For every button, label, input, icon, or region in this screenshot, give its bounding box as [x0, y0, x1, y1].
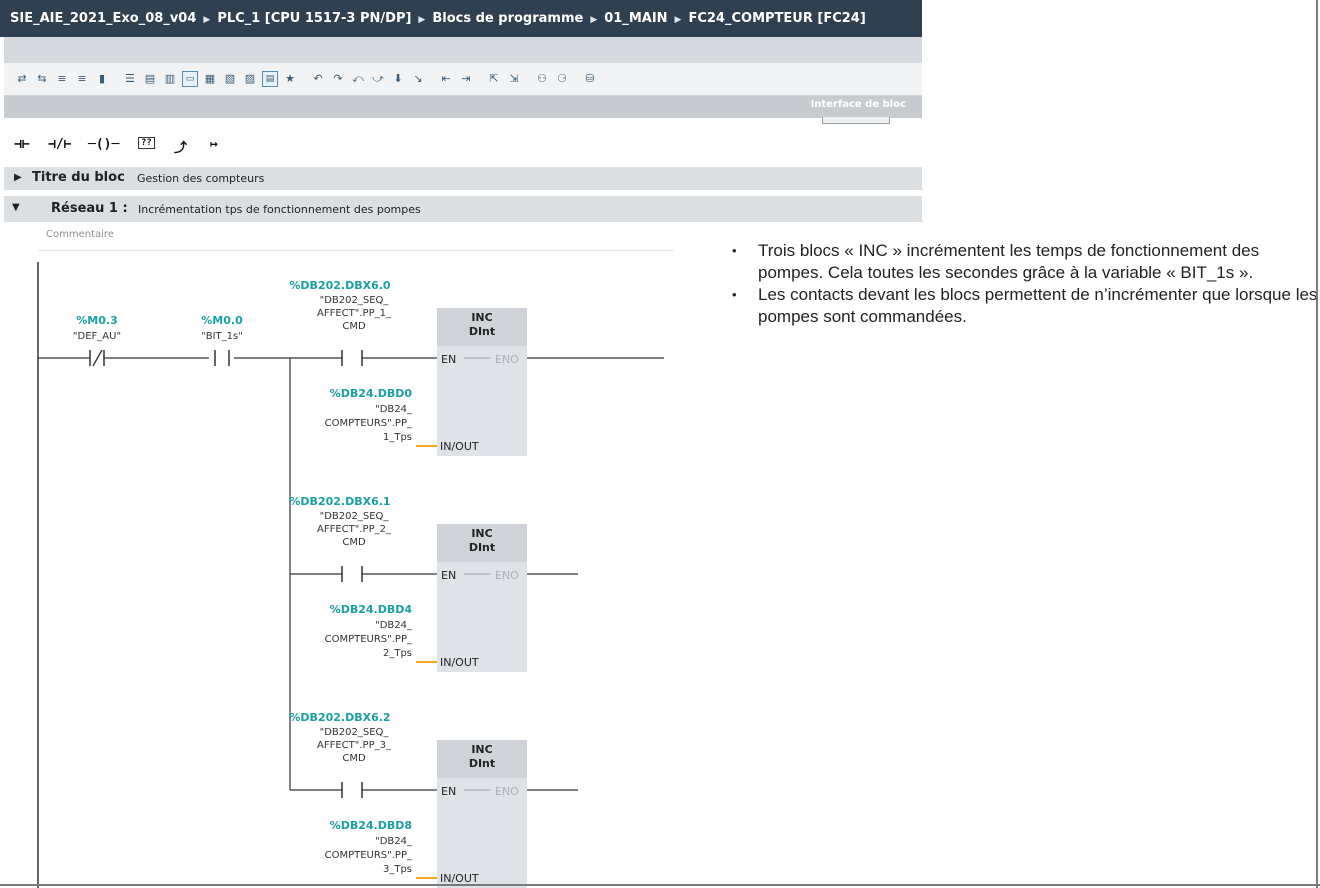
bullet-icon: •	[732, 287, 737, 302]
inc-block-title: INC	[471, 527, 492, 540]
inc-block-network[interactable]: INCDInt EN ENO IN/OUT %DB202.DBX6.1 "DB202_SE…	[289, 495, 578, 672]
var-address: %DB24.DBD0	[330, 387, 413, 400]
var-name-line: 3_Tps	[383, 864, 412, 875]
note-text: Trois blocs « INC » incrémentent les tem…	[758, 241, 1260, 282]
frame-border	[1316, 0, 1318, 888]
cmd-name-line: "DB202_SEQ_	[320, 727, 390, 738]
eno-pin: ENO	[495, 785, 519, 798]
inc-block-title: INC	[471, 743, 492, 756]
var-name-line: "DB24_	[375, 836, 413, 847]
inc-block-type: DInt	[469, 541, 495, 554]
cmd-name-line: "DB202_SEQ_	[320, 511, 390, 522]
cmd-address: %DB202.DBX6.0	[289, 279, 391, 292]
en-pin: EN	[441, 353, 456, 366]
cmd-name-line: AFFECT".PP_2_	[317, 524, 392, 535]
cmd-name-line: AFFECT".PP_1_	[317, 308, 392, 319]
frame-border	[0, 884, 1320, 886]
cmd-address: %DB202.DBX6.1	[289, 495, 390, 508]
var-name-line: COMPTEURS".PP_	[325, 850, 413, 861]
note-item: • Trois blocs « INC » incrémentent les te…	[732, 240, 1318, 284]
en-pin: EN	[441, 569, 456, 582]
inc-block-network[interactable]: INCDInt EN ENO IN/OUT %DB202.DBX6.0 "DB202_SE…	[289, 279, 664, 456]
inout-pin: IN/OUT	[440, 440, 479, 453]
inout-pin: IN/OUT	[440, 656, 479, 669]
cmd-name-line: CMD	[342, 537, 366, 548]
cmd-name-line: AFFECT".PP_3_	[317, 740, 392, 751]
contact-address: %M0.3	[76, 314, 117, 327]
note-text: Les contacts devant les blocs permettent…	[758, 285, 1318, 326]
note-item: • Les contacts devant les blocs permetten…	[732, 284, 1318, 328]
contact-name: "BIT_1s"	[201, 331, 243, 342]
var-name-line: "DB24_	[375, 620, 413, 631]
var-address: %DB24.DBD8	[330, 819, 412, 832]
contact-name: "DEF_AU"	[73, 331, 121, 342]
en-pin: EN	[441, 785, 456, 798]
eno-pin: ENO	[495, 569, 519, 582]
inc-block-type: DInt	[469, 325, 495, 338]
ladder-diagram: %M0.3 "DEF_AU" %M0.0 "BIT_1s" INCDIntEN E…	[37, 262, 664, 888]
explanation-notes: • Trois blocs « INC » incrémentent les te…	[732, 240, 1318, 328]
var-name-line: 1_Tps	[383, 432, 412, 443]
eno-pin: ENO	[495, 353, 519, 366]
cmd-name-line: CMD	[342, 753, 366, 764]
tia-portal-editor: SIE_AIE_2021_Exo_08_v04 ▶ PLC_1 [CPU 1517-…	[0, 0, 922, 888]
var-address: %DB24.DBD4	[330, 603, 413, 616]
inc-block-title: INC	[471, 311, 492, 324]
inc-block-network[interactable]: INCDIntEN ENOIN/OUT%DB202.DBX6.2"DB202_SE…	[289, 711, 578, 888]
var-name-line: "DB24_	[375, 404, 413, 415]
contact-address: %M0.0	[201, 314, 243, 327]
cmd-address: %DB202.DBX6.2	[289, 711, 390, 724]
var-name-line: COMPTEURS".PP_	[325, 634, 413, 645]
var-name-line: 2_Tps	[383, 648, 412, 659]
var-name-line: COMPTEURS".PP_	[325, 418, 413, 429]
cmd-name-line: "DB202_SEQ_	[320, 295, 390, 306]
cmd-name-line: CMD	[342, 321, 366, 332]
inc-block-type: DInt	[469, 757, 495, 770]
bullet-icon: •	[732, 243, 737, 258]
